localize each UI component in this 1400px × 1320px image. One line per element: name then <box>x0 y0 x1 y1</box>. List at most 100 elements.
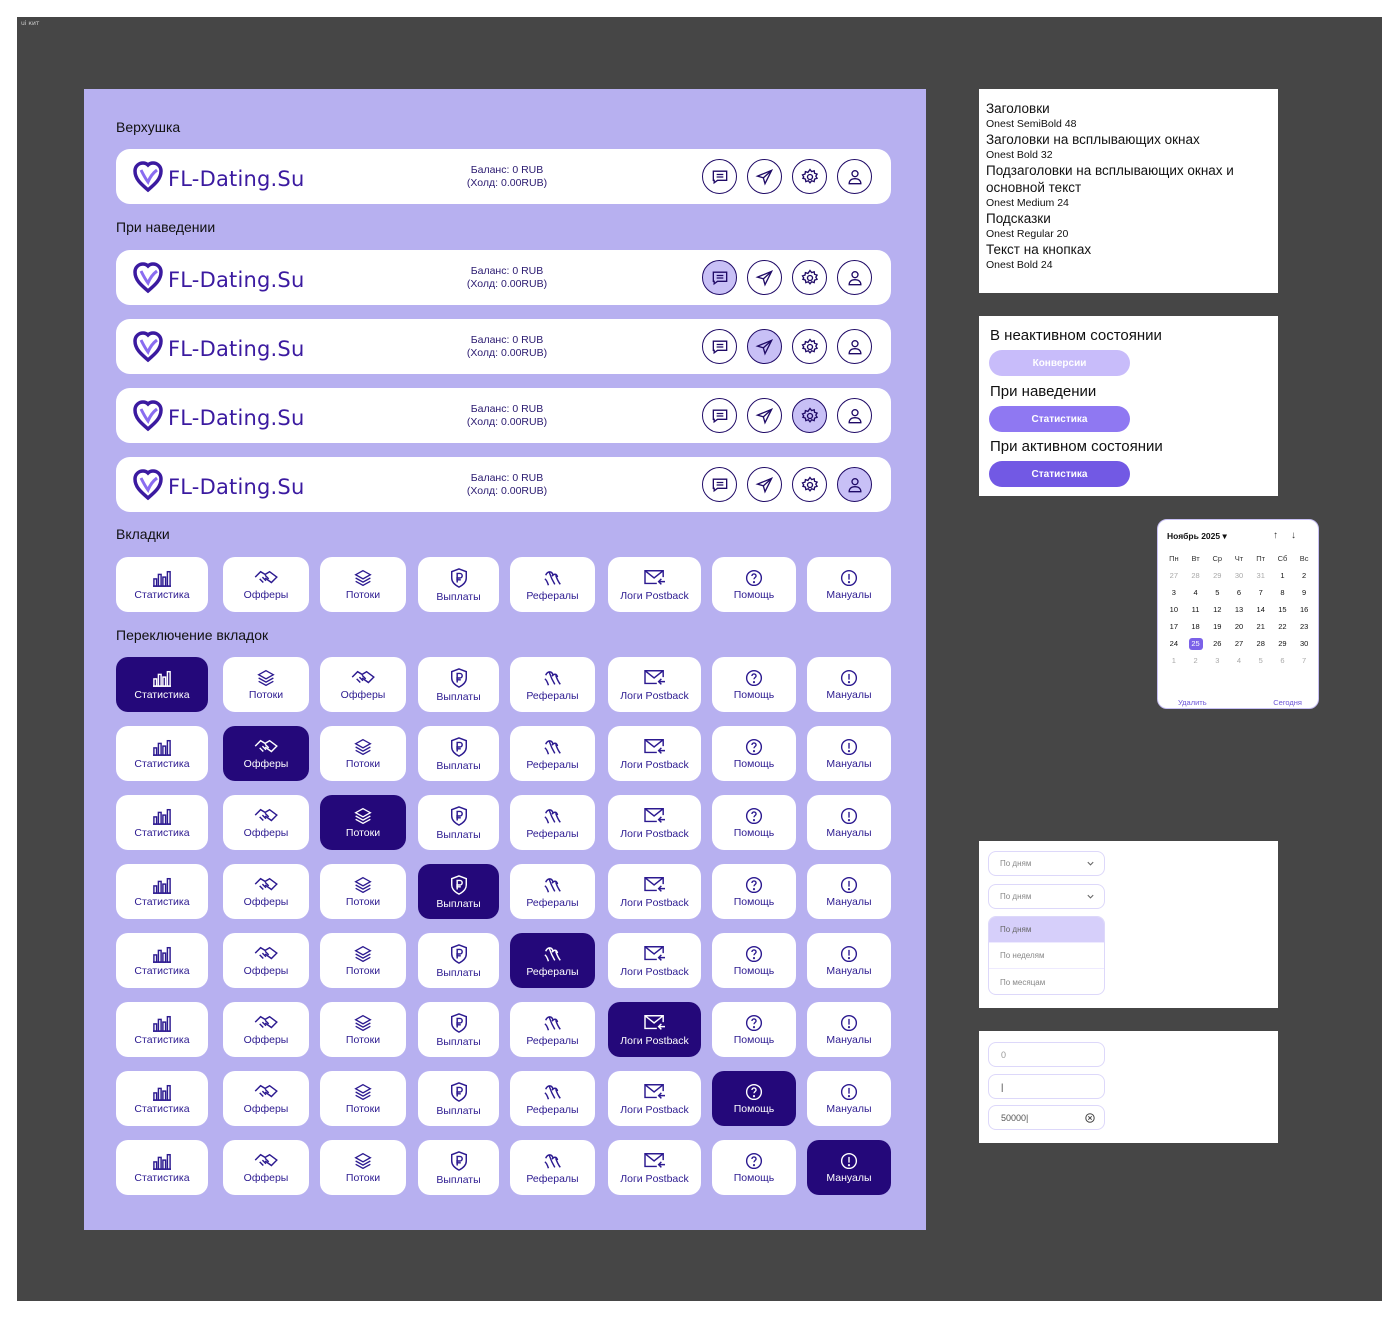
site-logo[interactable]: FL-Dating.Su <box>132 467 304 506</box>
tab-statistics[interactable]: Статистика <box>116 1002 208 1057</box>
tab-postback-logs[interactable]: Логи Postback <box>608 1071 701 1126</box>
tab-referrals[interactable]: Рефералы <box>510 933 595 988</box>
telegram-button[interactable] <box>747 159 782 194</box>
calendar-day[interactable]: 28 <box>1185 570 1207 582</box>
telegram-button[interactable] <box>747 329 782 364</box>
tab-streams[interactable]: Потоки <box>320 1071 406 1126</box>
calendar-day[interactable]: 28 <box>1250 638 1272 650</box>
tab-referrals[interactable]: Рефералы <box>510 726 595 781</box>
tab-referrals[interactable]: Рефералы <box>510 795 595 850</box>
tab-postback-logs[interactable]: Логи Postback <box>608 657 701 712</box>
site-logo[interactable]: FL-Dating.Su <box>132 398 304 437</box>
messages-button[interactable] <box>702 329 737 364</box>
tab-help[interactable]: Помощь <box>712 933 796 988</box>
telegram-button[interactable] <box>747 260 782 295</box>
profile-button[interactable] <box>837 398 872 433</box>
tab-streams[interactable]: Потоки <box>320 726 406 781</box>
clear-icon[interactable] <box>1085 1113 1095 1123</box>
amount-input-focused[interactable]: | <box>988 1074 1105 1099</box>
calendar-day[interactable]: 12 <box>1206 604 1228 616</box>
tab-statistics[interactable]: Статистика <box>116 1071 208 1126</box>
tab-payouts[interactable]: Выплаты <box>418 726 499 781</box>
tab-help[interactable]: Помощь <box>712 657 796 712</box>
inactive-button[interactable]: Конверсии <box>989 350 1130 376</box>
site-logo[interactable]: FL-Dating.Su <box>132 260 304 299</box>
calendar-day[interactable]: 27 <box>1228 638 1250 650</box>
tab-streams[interactable]: Потоки <box>223 657 309 712</box>
calendar-day[interactable]: 23 <box>1293 621 1315 633</box>
calendar-day[interactable]: 1 <box>1272 570 1294 582</box>
tab-referrals[interactable]: Рефералы <box>510 1140 595 1195</box>
calendar-day[interactable]: 30 <box>1293 638 1315 650</box>
tab-manuals[interactable]: Мануалы <box>807 933 891 988</box>
tab-offers[interactable]: Офферы <box>223 933 309 988</box>
hover-button[interactable]: Статистика <box>989 406 1130 432</box>
calendar-day[interactable]: 5 <box>1250 655 1272 667</box>
tab-offers[interactable]: Офферы <box>223 726 309 781</box>
profile-button[interactable] <box>837 159 872 194</box>
calendar-day[interactable]: 7 <box>1293 655 1315 667</box>
calendar-day[interactable]: 6 <box>1228 587 1250 599</box>
calendar-day[interactable]: 6 <box>1272 655 1294 667</box>
tab-payouts[interactable]: Выплаты <box>418 657 499 712</box>
tab-referrals[interactable]: Рефералы <box>510 864 595 919</box>
tab-help[interactable]: Помощь <box>712 557 796 612</box>
tab-manuals[interactable]: Мануалы <box>807 726 891 781</box>
tab-postback-logs[interactable]: Логи Postback <box>608 726 701 781</box>
site-logo[interactable]: FL-Dating.Su <box>132 159 304 198</box>
tab-help[interactable]: Помощь <box>712 795 796 850</box>
tab-statistics[interactable]: Статистика <box>116 795 208 850</box>
tab-streams[interactable]: Потоки <box>320 795 406 850</box>
messages-button[interactable] <box>702 159 737 194</box>
tab-offers[interactable]: Офферы <box>320 657 406 712</box>
tab-offers[interactable]: Офферы <box>223 795 309 850</box>
calendar-day[interactable]: 26 <box>1206 638 1228 650</box>
calendar-day[interactable]: 4 <box>1228 655 1250 667</box>
today-button[interactable]: Сегодня <box>1273 698 1302 707</box>
tab-payouts[interactable]: Выплаты <box>418 795 499 850</box>
calendar-day[interactable]: 1 <box>1163 655 1185 667</box>
tab-offers[interactable]: Офферы <box>223 1140 309 1195</box>
telegram-button[interactable] <box>747 467 782 502</box>
calendar-day[interactable]: 16 <box>1293 604 1315 616</box>
period-select-open[interactable]: По дням <box>988 884 1105 909</box>
tab-statistics[interactable]: Статистика <box>116 864 208 919</box>
calendar-day[interactable]: 24 <box>1163 638 1185 650</box>
calendar-day[interactable]: 14 <box>1250 604 1272 616</box>
tab-manuals[interactable]: Мануалы <box>807 864 891 919</box>
tab-help[interactable]: Помощь <box>712 1002 796 1057</box>
tab-streams[interactable]: Потоки <box>320 1002 406 1057</box>
calendar-day[interactable]: 3 <box>1206 655 1228 667</box>
tab-manuals[interactable]: Мануалы <box>807 1002 891 1057</box>
tab-payouts[interactable]: Выплаты <box>418 864 499 919</box>
telegram-button[interactable] <box>747 398 782 433</box>
tab-statistics[interactable]: Статистика <box>116 1140 208 1195</box>
tab-statistics[interactable]: Статистика <box>116 557 208 612</box>
tab-streams[interactable]: Потоки <box>320 557 406 612</box>
tab-postback-logs[interactable]: Логи Postback <box>608 557 701 612</box>
tab-statistics[interactable]: Статистика <box>116 933 208 988</box>
calendar-day[interactable]: 13 <box>1228 604 1250 616</box>
month-selector[interactable]: Ноябрь 2025 ▾ <box>1167 531 1227 542</box>
tab-payouts[interactable]: Выплаты <box>418 933 499 988</box>
calendar-day[interactable]: 3 <box>1163 587 1185 599</box>
calendar-day[interactable]: 17 <box>1163 621 1185 633</box>
tab-streams[interactable]: Потоки <box>320 1140 406 1195</box>
tab-help[interactable]: Помощь <box>712 1071 796 1126</box>
tab-postback-logs[interactable]: Логи Postback <box>608 933 701 988</box>
option-by-weeks[interactable]: По неделям <box>989 943 1104 969</box>
calendar-day[interactable]: 8 <box>1272 587 1294 599</box>
calendar-day[interactable]: 4 <box>1185 587 1207 599</box>
tab-postback-logs[interactable]: Логи Postback <box>608 1140 701 1195</box>
option-by-days[interactable]: По дням <box>989 917 1104 943</box>
tab-payouts[interactable]: Выплаты <box>418 557 499 612</box>
tab-payouts[interactable]: Выплаты <box>418 1002 499 1057</box>
calendar-day[interactable]: 21 <box>1250 621 1272 633</box>
calendar-day[interactable]: 5 <box>1206 587 1228 599</box>
calendar-day[interactable]: 18 <box>1185 621 1207 633</box>
tab-statistics[interactable]: Статистика <box>116 657 208 712</box>
arrow-up-icon[interactable]: ↑ <box>1273 530 1278 541</box>
tab-offers[interactable]: Офферы <box>223 864 309 919</box>
tab-help[interactable]: Помощь <box>712 726 796 781</box>
calendar-day[interactable]: 22 <box>1272 621 1294 633</box>
